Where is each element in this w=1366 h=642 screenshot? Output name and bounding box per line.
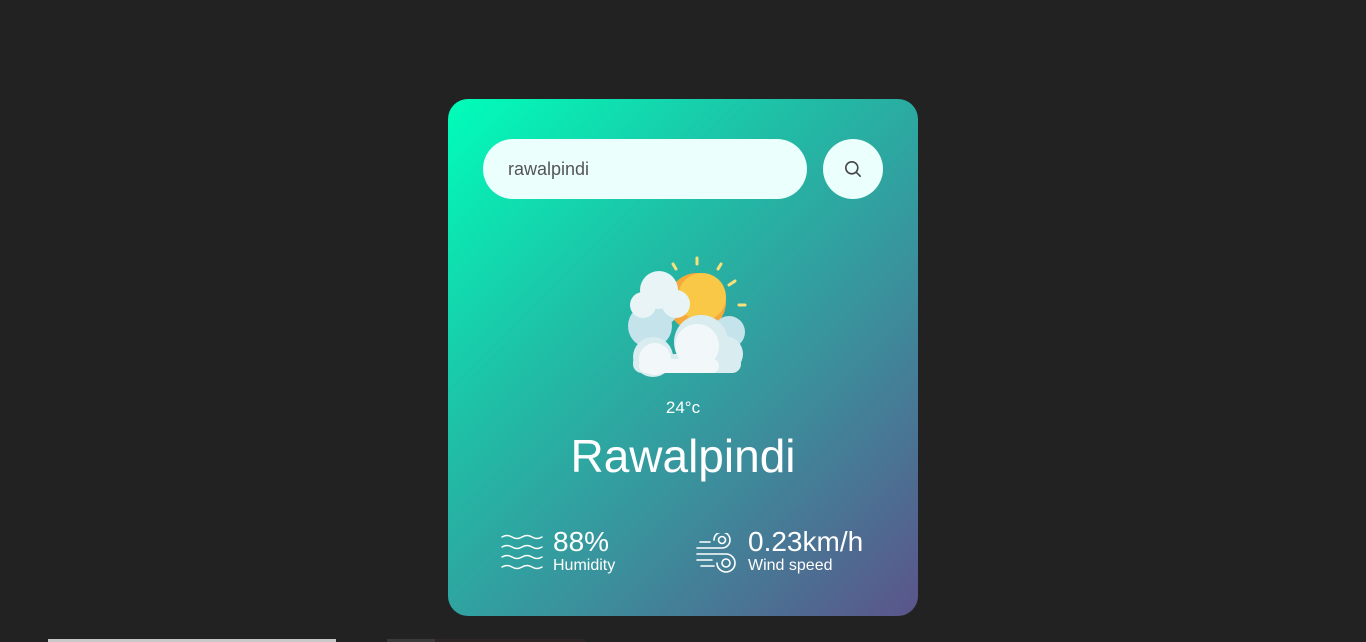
search-button[interactable] bbox=[823, 139, 883, 199]
weather-details: 88% Humidity 0.23km/h Wind speed bbox=[498, 526, 888, 576]
waves-icon bbox=[501, 534, 543, 570]
search-input[interactable] bbox=[483, 139, 807, 199]
city-name: Rawalpindi bbox=[570, 430, 796, 482]
temperature: 24°c bbox=[665, 398, 701, 417]
wind-icon bbox=[696, 533, 736, 573]
weather-card: 24°c Rawalpindi 88% Humidity bbox=[448, 99, 918, 616]
wind-speed-value: 0.23km/h bbox=[748, 526, 864, 557]
search-bar bbox=[483, 139, 883, 199]
search-icon bbox=[845, 161, 862, 178]
humidity-value: 88% bbox=[553, 526, 610, 557]
partly-cloudy-icon bbox=[628, 256, 747, 377]
wind-speed-label: Wind speed bbox=[748, 557, 833, 574]
humidity-label: Humidity bbox=[553, 557, 616, 574]
page: 24°c Rawalpindi 88% Humidity bbox=[0, 0, 1366, 642]
